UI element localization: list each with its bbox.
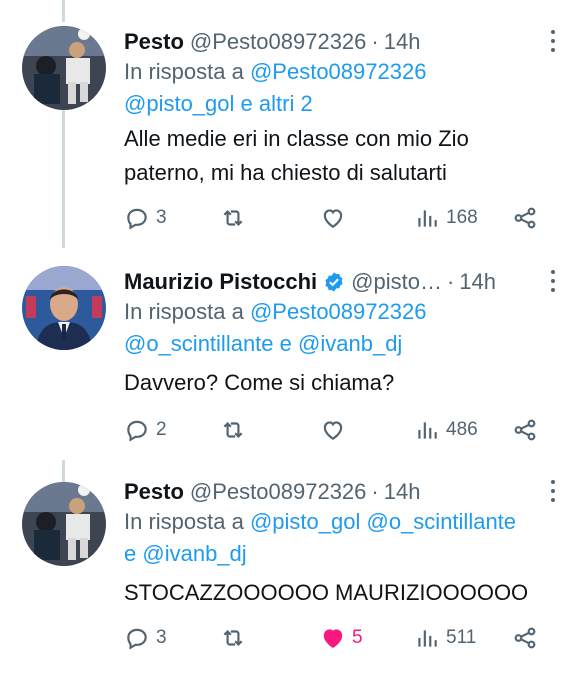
mention-link[interactable]: @o_scintillante: [124, 331, 274, 356]
like-button[interactable]: [320, 200, 352, 236]
heart-icon: [323, 421, 343, 440]
share-icon: [514, 207, 536, 229]
author-handle[interactable]: @Pesto08972326: [190, 479, 366, 505]
retweet-icon: [223, 209, 243, 227]
more-options-icon[interactable]: [550, 30, 556, 56]
timestamp[interactable]: 14h: [384, 479, 421, 505]
tweet[interactable]: Maurizio Pistocchi @pisto… · 14h In risp…: [0, 262, 580, 462]
reply-prefix: In risposta a: [124, 59, 244, 84]
reply-count: 2: [156, 419, 167, 440]
avatar[interactable]: [22, 266, 106, 350]
more-mentions-link[interactable]: altri 2: [259, 91, 313, 116]
retweet-button[interactable]: [220, 620, 252, 656]
retweet-button[interactable]: [220, 200, 252, 236]
thread-line: [62, 0, 65, 22]
reply-context: In risposta a @pisto_gol @o_scintillante: [124, 506, 516, 538]
retweet-button[interactable]: [220, 412, 252, 448]
football-player-avatar: [22, 482, 106, 566]
like-button[interactable]: [320, 412, 352, 448]
like-button[interactable]: 5: [320, 620, 363, 656]
avatar[interactable]: [22, 26, 106, 110]
reply-icon: [127, 420, 147, 442]
verified-badge-icon: [325, 272, 343, 292]
mention-link[interactable]: @ivanb_dj: [142, 541, 246, 566]
mention-link[interactable]: @ivanb_dj: [298, 331, 402, 356]
reply-context: @pisto_gol e altri 2: [124, 88, 313, 120]
reply-icon: [127, 208, 147, 230]
mention-conjunction[interactable]: e: [124, 541, 136, 566]
tweet-actions: 2 486: [124, 412, 566, 448]
more-options-icon[interactable]: [550, 480, 556, 506]
tweet[interactable]: Pesto @Pesto08972326 · 14h In risposta a…: [0, 22, 580, 252]
reply-context: e @ivanb_dj: [124, 538, 247, 570]
like-count: 5: [352, 627, 363, 648]
conversation-thread: Pesto @Pesto08972326 · 14h In risposta a…: [0, 0, 580, 680]
mention-link[interactable]: @o_scintillante: [367, 509, 517, 534]
mention-link[interactable]: @Pesto08972326: [250, 299, 426, 324]
views-button[interactable]: 511: [414, 620, 476, 656]
tweet-text: Alle medie eri in classe con mio Zio pat…: [124, 126, 469, 185]
share-icon: [514, 419, 536, 441]
retweet-icon: [223, 421, 243, 439]
share-button[interactable]: [512, 412, 538, 448]
reply-context: In risposta a @Pesto08972326: [124, 56, 426, 88]
tweet-text: STOCAZZOOOOOO MAURIZIOOOOOO: [124, 580, 529, 605]
tweet-text: Davvero? Come si chiama?: [124, 370, 395, 395]
author-name[interactable]: Pesto: [124, 479, 184, 505]
timestamp[interactable]: 14h: [384, 29, 421, 55]
man-in-suit-avatar: [22, 266, 106, 350]
tweet-actions: 3 168: [124, 200, 566, 236]
views-button[interactable]: 486: [414, 412, 478, 448]
reply-prefix: In risposta a: [124, 509, 244, 534]
view-count: 168: [446, 207, 478, 228]
reply-button[interactable]: 2: [124, 412, 167, 448]
reply-context: In risposta a @Pesto08972326: [124, 296, 426, 328]
mention-link[interactable]: @pisto_gol: [124, 91, 234, 116]
reply-button[interactable]: 3: [124, 200, 167, 236]
reply-count: 3: [156, 207, 167, 228]
reply-icon: [127, 628, 147, 650]
tweet-actions: 3 5 511: [124, 620, 566, 656]
analytics-icon: [418, 422, 437, 439]
mention-link[interactable]: @pisto_gol: [250, 509, 360, 534]
reply-button[interactable]: 3: [124, 620, 167, 656]
heart-icon: [323, 209, 343, 228]
more-options-icon[interactable]: [550, 270, 556, 296]
separator-dot: ·: [371, 479, 379, 504]
separator-dot: ·: [371, 29, 379, 54]
reply-prefix: In risposta a: [124, 299, 244, 324]
separator-dot: ·: [446, 269, 455, 294]
view-count: 486: [446, 419, 478, 440]
mention-link[interactable]: @Pesto08972326: [250, 59, 426, 84]
reply-count: 3: [156, 627, 167, 648]
heart-filled-icon: [323, 629, 343, 648]
avatar[interactable]: [22, 482, 106, 566]
tweet[interactable]: Pesto @Pesto08972326 · 14h In risposta a…: [0, 472, 580, 672]
mention-conjunction[interactable]: e: [280, 331, 292, 356]
view-count: 511: [446, 627, 477, 648]
football-player-avatar: [22, 26, 106, 110]
views-button[interactable]: 168: [414, 200, 478, 236]
share-icon: [514, 627, 536, 649]
author-handle[interactable]: @pisto…: [351, 269, 442, 295]
author-name[interactable]: Maurizio Pistocchi: [124, 269, 317, 295]
mention-conjunction[interactable]: e: [241, 91, 253, 116]
timestamp[interactable]: 14h: [459, 269, 496, 295]
share-button[interactable]: [512, 620, 538, 656]
analytics-icon: [418, 630, 437, 647]
analytics-icon: [418, 210, 437, 227]
author-handle[interactable]: @Pesto08972326: [190, 29, 366, 55]
share-button[interactable]: [512, 200, 538, 236]
author-name[interactable]: Pesto: [124, 29, 184, 55]
retweet-icon: [223, 629, 243, 647]
reply-context: @o_scintillante e @ivanb_dj: [124, 328, 402, 360]
